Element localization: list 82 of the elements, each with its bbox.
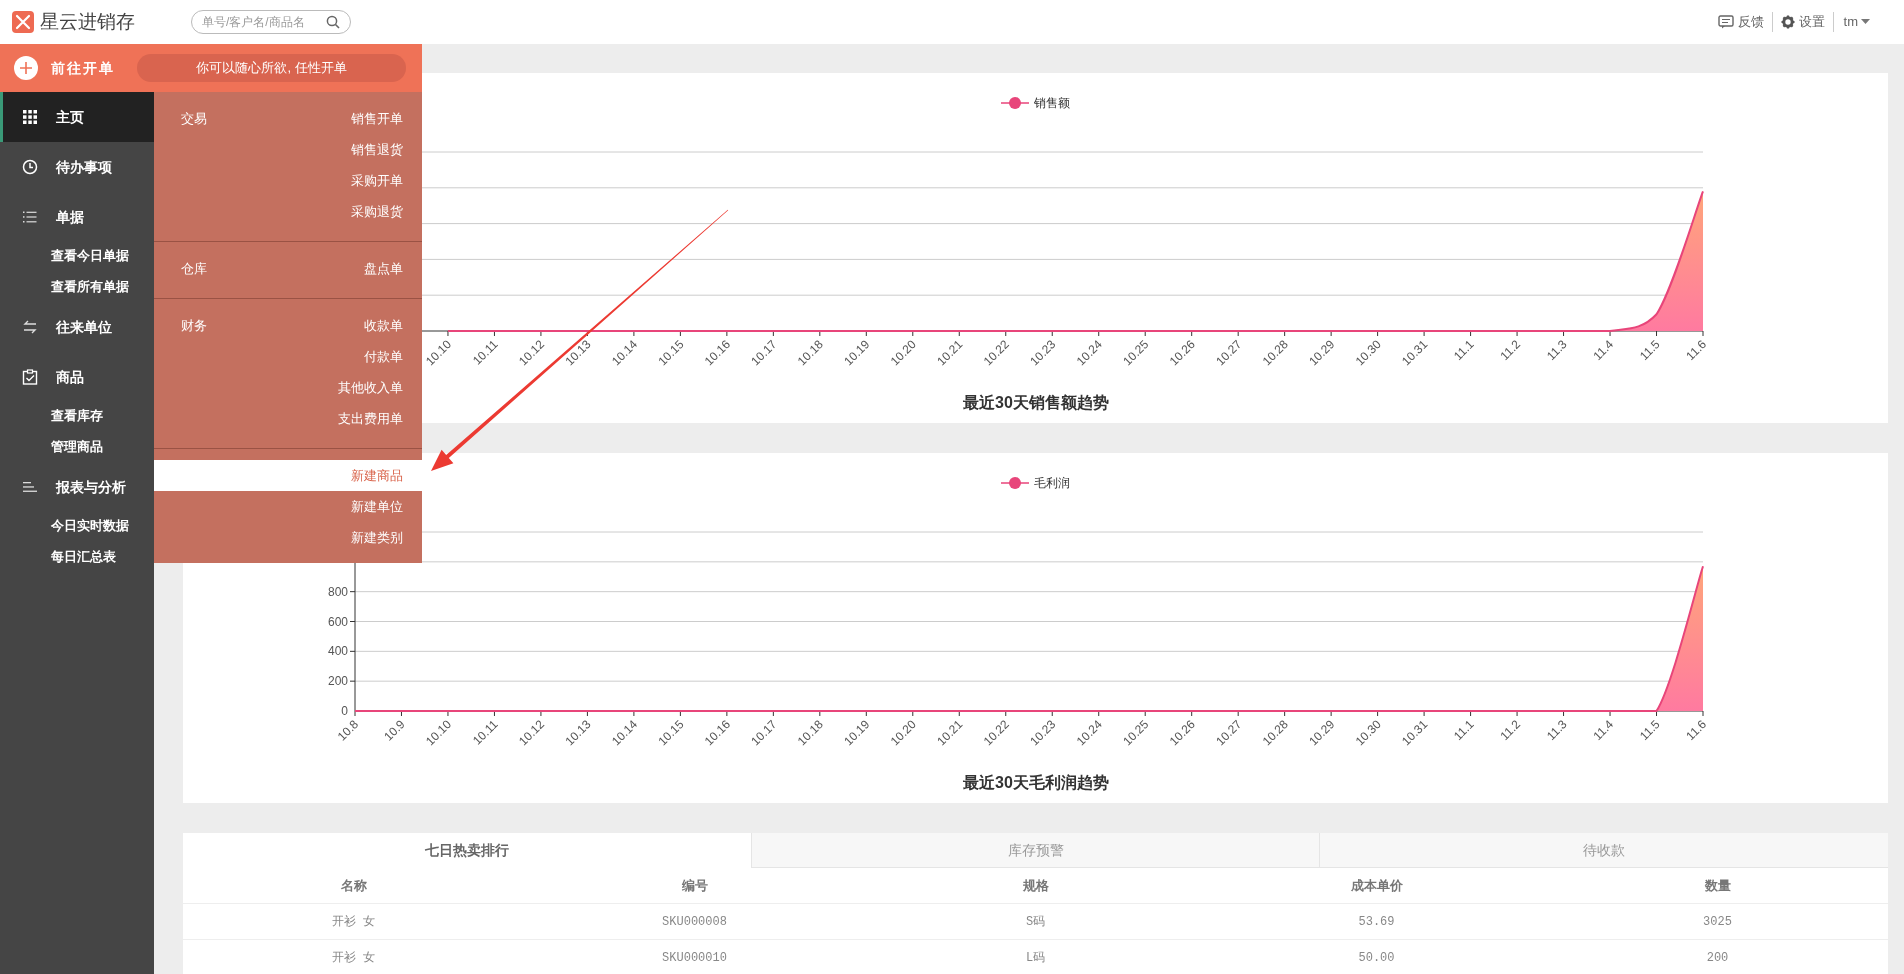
menu-item[interactable]: 新建类别	[154, 522, 422, 553]
chat-icon	[1717, 15, 1734, 29]
grid-icon	[22, 109, 38, 125]
axis-tick-label: 11.4	[1590, 717, 1617, 743]
list-icon	[22, 209, 38, 225]
axis-tick-label: 200	[327, 674, 348, 689]
menu-item[interactable]: 支出费用单	[244, 403, 422, 434]
legend-marker	[1000, 477, 1030, 489]
axis-tick-label: 600	[327, 614, 348, 629]
menu-group-label: 仓库	[180, 259, 208, 278]
sidebar-item[interactable]: 单据	[0, 192, 154, 242]
table-cell-text: 3025	[1702, 913, 1733, 931]
sidebar-subitem[interactable]: 查看库存	[0, 400, 154, 431]
menu-item[interactable]: 销售开单	[244, 103, 422, 134]
axis-tick-label: 11.6	[1683, 337, 1710, 363]
column-header: 编号	[680, 876, 709, 895]
menu-item[interactable]: 其他收入单	[244, 372, 422, 403]
sidebar-item[interactable]: 报表与分析	[0, 462, 154, 512]
axis-tick-label: 0	[341, 704, 348, 718]
axis-tick-label: 400	[327, 644, 348, 659]
table-cell-text: S码	[1024, 913, 1047, 931]
menu-group-label: 交易	[180, 109, 208, 128]
sidebar-subitem[interactable]: 查看所有单据	[0, 271, 154, 302]
header-link[interactable]: 反馈	[1709, 12, 1772, 32]
column-header: 名称	[339, 876, 368, 895]
menu-item[interactable]: 收款单	[244, 310, 422, 341]
axis-tick-label: 11.5	[1636, 717, 1663, 743]
sidebar-item[interactable]: 待办事项	[0, 142, 154, 192]
chart-title: 最近30天毛利润趋势	[963, 774, 1109, 791]
menu-group-label: 财务	[180, 316, 208, 335]
table-cell-text: 50.00	[1357, 949, 1396, 967]
plus-icon	[14, 56, 38, 80]
axis-tick-label: 11.3	[1543, 717, 1570, 743]
axis-tick-label: 11.5	[1636, 337, 1663, 363]
app-title: 星云进销存	[40, 9, 135, 34]
search-icon	[326, 15, 340, 29]
chart-title: 最近30天销售额趋势	[963, 394, 1109, 411]
axis-tick-label: 800	[327, 584, 348, 599]
clipboard-check-icon	[22, 369, 38, 385]
caret-icon	[1861, 19, 1870, 25]
axis-tick-label: 11.6	[1683, 717, 1710, 743]
sidebar-subitem[interactable]: 管理商品	[0, 431, 154, 462]
legend-marker	[1000, 97, 1030, 109]
table-cell-text: 53.69	[1357, 913, 1396, 931]
menu-item[interactable]: 采购开单	[244, 165, 422, 196]
table-cell-text: 开衫 女	[330, 913, 377, 931]
logo-icon	[12, 11, 34, 33]
table-cell-text: L码	[1024, 949, 1047, 967]
axis-tick-label: 11.4	[1590, 337, 1617, 363]
axis-tick-label: 11.1	[1450, 717, 1477, 743]
slogan-pill: 你可以随心所欲, 任性开单	[137, 54, 406, 82]
sidebar-subitem[interactable]: 查看今日单据	[0, 240, 154, 271]
menu-item[interactable]: 销售退货	[244, 134, 422, 165]
axis-tick-label: 11.3	[1543, 337, 1570, 363]
column-header: 规格	[1021, 876, 1050, 895]
sidebar-subitem[interactable]: 每日汇总表	[0, 541, 154, 572]
sidebar-item[interactable]: 往来单位	[0, 302, 154, 352]
axis-tick-label: 11.2	[1497, 337, 1524, 363]
header-link[interactable]: 设置	[1771, 12, 1833, 32]
user-menu[interactable]: tm	[1832, 12, 1870, 32]
menu-item[interactable]: 付款单	[244, 341, 422, 372]
column-header: 成本单价	[1349, 876, 1404, 895]
bars-icon	[22, 479, 38, 495]
legend-label: 销售额	[1034, 96, 1070, 110]
menu-item[interactable]: 新建商品	[154, 460, 422, 491]
table-cell-text: SKU000008	[661, 913, 728, 931]
axis-tick-label: 11.1	[1450, 337, 1477, 363]
table-cell-text: 200	[1705, 949, 1730, 967]
table-cell-text: 开衫 女	[330, 949, 377, 967]
sidebar-item[interactable]: 主页	[0, 92, 154, 142]
legend-label: 毛利润	[1034, 476, 1070, 490]
menu-item[interactable]: 新建单位	[154, 491, 422, 522]
swap-icon	[22, 319, 38, 335]
sidebar-item[interactable]: 商品	[0, 352, 154, 402]
settings-icon	[1780, 15, 1795, 29]
menu-item[interactable]: 采购退货	[244, 196, 422, 227]
sidebar-subitem[interactable]: 今日实时数据	[0, 510, 154, 541]
axis-tick-label: 11.2	[1497, 717, 1524, 743]
table-cell-text: SKU000010	[661, 949, 728, 967]
column-header: 数量	[1703, 876, 1732, 895]
clock-icon	[22, 159, 38, 175]
menu-item[interactable]: 盘点单	[244, 253, 422, 284]
